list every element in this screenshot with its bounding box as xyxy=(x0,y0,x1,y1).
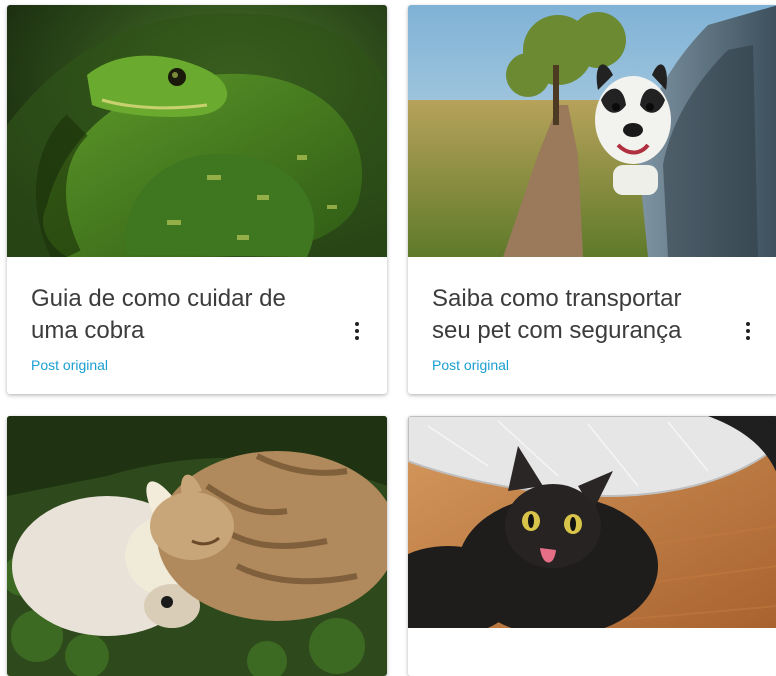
card-image-dog[interactable] xyxy=(408,5,776,257)
card-content: Saiba como transportar seu pet com segur… xyxy=(432,283,754,375)
card-content: Guia de como cuidar de uma cobra Post or… xyxy=(31,283,363,375)
post-card-dog[interactable]: Saiba como transportar seu pet com segur… xyxy=(408,5,776,394)
more-vert-icon[interactable] xyxy=(345,315,369,347)
card-image-black-cat[interactable] xyxy=(408,416,776,628)
post-card-snake[interactable]: Guia de como cuidar de uma cobra Post or… xyxy=(7,5,387,394)
more-vert-icon[interactable] xyxy=(736,315,760,347)
card-image-snake[interactable] xyxy=(7,5,387,257)
card-image-cat-puppy[interactable] xyxy=(7,416,387,676)
post-card-black-cat[interactable] xyxy=(408,416,776,676)
card-title: Guia de como cuidar de uma cobra xyxy=(31,285,286,344)
card-title: Saiba como transportar seu pet com segur… xyxy=(432,285,682,344)
original-post-link[interactable]: Post original xyxy=(432,357,509,373)
original-post-link[interactable]: Post original xyxy=(31,357,108,373)
post-card-cat-puppy[interactable] xyxy=(7,416,387,676)
